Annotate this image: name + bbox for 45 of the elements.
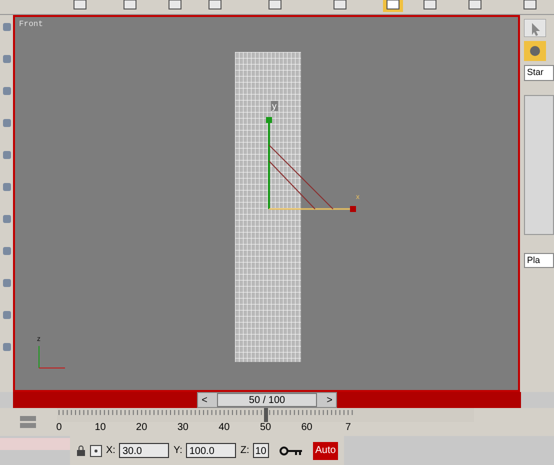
tick-label: 40 (218, 421, 230, 435)
sphere-button[interactable] (524, 41, 546, 61)
lock-icon[interactable] (76, 444, 86, 456)
toolbar-icon[interactable] (383, 0, 403, 12)
tick-label: 30 (177, 421, 188, 435)
status-field (0, 438, 70, 450)
axis-tripod-icon (37, 344, 67, 370)
next-frame-button[interactable]: > (323, 393, 336, 407)
tool-icon[interactable] (2, 215, 10, 223)
previous-frame-button[interactable]: < (198, 393, 211, 407)
time-marker[interactable] (264, 408, 268, 422)
y-axis-label: y (271, 101, 278, 111)
z-label: Z: (240, 444, 250, 458)
tool-icon[interactable] (2, 343, 10, 351)
tick-label: 10 (94, 421, 106, 435)
frame-slider[interactable]: < 50 / 100 > (197, 392, 337, 408)
x-field[interactable]: 30.0 (119, 443, 170, 458)
timeline-track[interactable] (57, 408, 474, 422)
y-label: Y: (173, 444, 182, 458)
tool-icon[interactable] (2, 183, 10, 191)
timeline-config-icon[interactable] (18, 415, 36, 429)
object-type-dropdown[interactable]: Star (524, 65, 554, 80)
tick-label: 0 (56, 421, 62, 435)
transform-mode-icon[interactable] (90, 444, 102, 456)
rollout-field[interactable]: Pla (524, 252, 554, 268)
tick-label: 20 (136, 421, 148, 435)
cursor-icon[interactable] (524, 19, 546, 37)
tool-icon[interactable] (2, 247, 10, 255)
tool-icon[interactable] (2, 87, 10, 95)
tick-label: 50 (260, 421, 272, 435)
slider-thumb[interactable]: 50 / 100 (217, 393, 317, 407)
tool-icon[interactable] (2, 55, 10, 63)
tool-icon[interactable] (2, 311, 10, 319)
z-field[interactable]: 10 (253, 443, 270, 458)
key-icon[interactable] (279, 446, 304, 456)
tool-icon[interactable] (2, 151, 10, 159)
y-field[interactable]: 100.0 (186, 443, 236, 458)
tool-icon[interactable] (2, 119, 10, 127)
tool-icon[interactable] (2, 279, 10, 287)
tick-label: 60 (301, 421, 312, 435)
sphere-icon (529, 45, 541, 57)
auto-key-button[interactable]: Auto (313, 442, 338, 460)
tool-icon[interactable] (2, 23, 10, 31)
tick-label: 7 (345, 421, 351, 435)
x-label: X: (106, 444, 116, 458)
